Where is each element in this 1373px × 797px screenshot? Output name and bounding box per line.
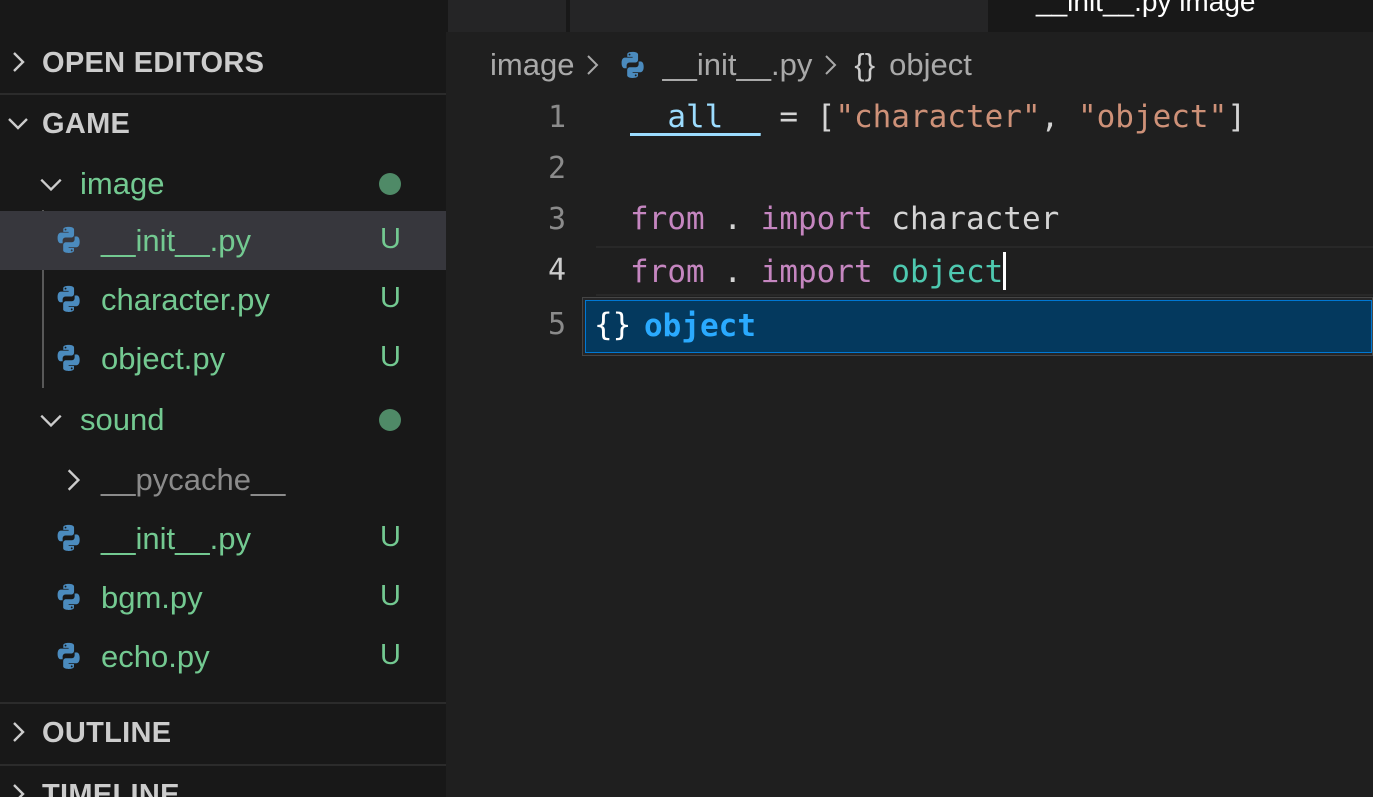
- tab-strip: __init__.py image: [446, 0, 1373, 32]
- chevron-right-icon: [67, 469, 81, 491]
- tab-inactive[interactable]: [570, 0, 988, 32]
- code-token-string: "character": [835, 99, 1041, 135]
- tree-file-bgm[interactable]: bgm.py U: [0, 568, 446, 627]
- tree-file-init-image[interactable]: __init__.py U: [0, 211, 446, 270]
- suggest-item-label: object: [644, 308, 756, 344]
- chevron-down-icon: [40, 178, 62, 192]
- workspace-header[interactable]: GAME: [0, 95, 446, 153]
- tree-file-character[interactable]: character.py U: [0, 270, 446, 329]
- code-token-punct: ]: [1227, 99, 1246, 135]
- line-number: 5: [547, 307, 566, 342]
- tab-active-label[interactable]: __init__.py image: [1036, 0, 1255, 18]
- timeline-label: TIMELINE: [42, 778, 180, 797]
- open-editors-header[interactable]: OPEN EDITORS: [0, 34, 446, 92]
- code-token-punct: .: [704, 201, 761, 237]
- python-file-icon: [57, 642, 80, 669]
- outline-label: OUTLINE: [42, 716, 172, 749]
- text-cursor: [1003, 252, 1007, 290]
- chevron-right-icon: [13, 784, 25, 797]
- editor-pane[interactable]: __init__.py image image __init__.py {} o…: [446, 0, 1373, 797]
- breadcrumb-symbol[interactable]: object: [889, 47, 972, 83]
- code-token-keyword: from: [630, 254, 705, 290]
- code-token-keyword: from: [630, 201, 705, 237]
- python-file-icon: [622, 51, 645, 78]
- tree-item-label: character.py: [101, 282, 270, 317]
- breadcrumb: image __init__.py {} object: [490, 44, 972, 86]
- code-token-punct: .: [704, 254, 761, 290]
- code-line-4[interactable]: from . import object: [630, 252, 1007, 290]
- suggest-widget: {} object: [582, 297, 1373, 356]
- line-number: 2: [547, 151, 566, 186]
- git-status-dot-icon: [379, 409, 401, 431]
- tree-item-label: __init__.py: [101, 223, 251, 258]
- module-symbol-icon: {}: [594, 307, 632, 343]
- tree-item-label: __init__.py: [101, 521, 251, 556]
- tree-item-label: __pycache__: [101, 462, 286, 497]
- python-file-icon: [57, 524, 80, 551]
- timeline-header[interactable]: TIMELINE: [0, 766, 446, 797]
- chevron-right-icon: [587, 55, 599, 75]
- python-file-icon: [57, 285, 80, 312]
- git-status-badge: U: [380, 223, 401, 255]
- code-token-variable: __all__: [630, 99, 761, 135]
- git-status-badge: U: [380, 282, 401, 314]
- code-token-punct: ,: [1040, 99, 1078, 135]
- git-status-badge: U: [380, 639, 401, 671]
- open-editors-label: OPEN EDITORS: [42, 46, 265, 79]
- tree-file-object[interactable]: object.py U: [0, 329, 446, 388]
- code-token-keyword: import: [760, 201, 873, 237]
- git-status-badge: U: [380, 521, 401, 553]
- chevron-right-icon: [13, 722, 25, 742]
- breadcrumb-file[interactable]: __init__.py: [662, 47, 812, 83]
- tree-file-init-sound[interactable]: __init__.py U: [0, 509, 446, 568]
- git-status-dot-icon: [379, 173, 401, 195]
- tree-item-label: sound: [80, 402, 165, 437]
- chevron-down-icon: [40, 414, 62, 428]
- code-token-identifier: object: [872, 254, 1004, 290]
- tree-item-label: object.py: [101, 341, 226, 376]
- code-token-identifier: character: [872, 201, 1060, 237]
- code-token-operator: = [: [760, 99, 836, 135]
- tree-folder-image[interactable]: image: [0, 154, 446, 213]
- outline-header[interactable]: OUTLINE: [0, 704, 446, 762]
- code-line-1[interactable]: __all__ = ["character", "object"]: [630, 99, 1246, 135]
- explorer-sidebar: OPEN EDITORS GAME image __init__.py U ch…: [0, 0, 446, 797]
- git-status-badge: U: [380, 580, 401, 612]
- suggest-item[interactable]: {} object: [585, 300, 1372, 353]
- breadcrumb-folder[interactable]: image: [490, 47, 574, 83]
- python-file-icon: [57, 344, 80, 371]
- tree-folder-pycache[interactable]: __pycache__: [0, 450, 446, 509]
- git-status-badge: U: [380, 341, 401, 373]
- tree-item-label: echo.py: [101, 639, 210, 674]
- chevron-right-icon: [825, 55, 837, 75]
- tree-item-label: bgm.py: [101, 580, 203, 615]
- tree-item-label: image: [80, 166, 165, 201]
- line-number: 3: [547, 202, 566, 237]
- tree-file-echo[interactable]: echo.py U: [0, 627, 446, 686]
- code-token-keyword: import: [760, 254, 873, 290]
- module-symbol-icon: {}: [854, 47, 876, 82]
- code-token-string: "object": [1077, 99, 1228, 135]
- line-number: 4: [547, 253, 566, 288]
- workspace-label: GAME: [42, 107, 131, 140]
- chevron-right-icon: [13, 52, 25, 72]
- python-file-icon: [57, 226, 80, 253]
- python-file-icon: [57, 583, 80, 610]
- line-number: 1: [547, 100, 566, 135]
- tab-inactive[interactable]: [448, 0, 566, 32]
- chevron-down-icon: [8, 118, 28, 130]
- tree-folder-sound[interactable]: sound: [0, 390, 446, 449]
- code-line-3[interactable]: from . import character: [630, 201, 1059, 237]
